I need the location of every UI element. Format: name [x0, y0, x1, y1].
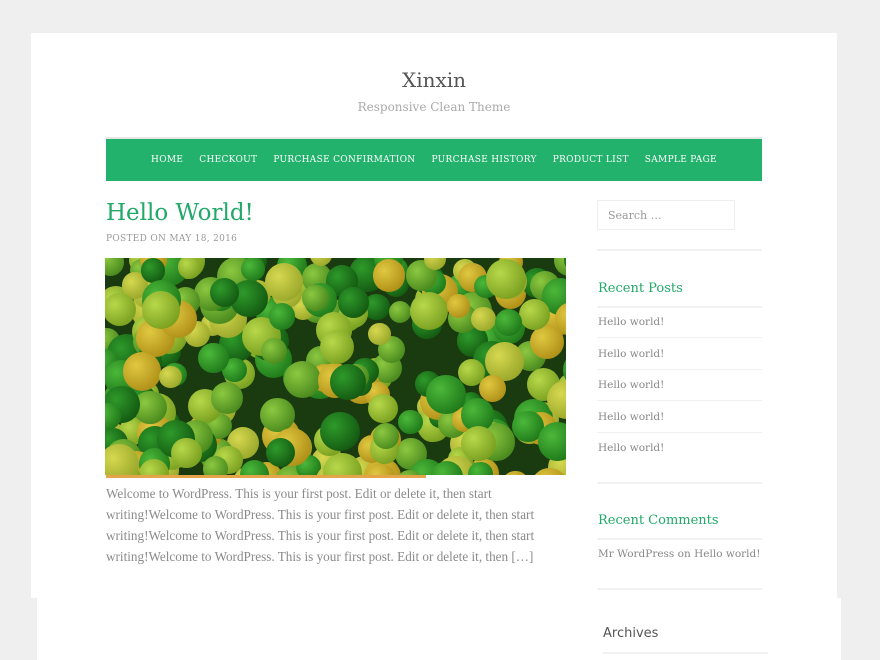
post-title[interactable]: Hello World!	[106, 200, 254, 226]
lime-shape	[426, 374, 466, 414]
lime-shape	[367, 393, 398, 424]
lime-shape	[283, 360, 321, 398]
lime-shape	[388, 301, 411, 324]
nav-purchase-history[interactable]: PURCHASE HISTORY	[431, 155, 536, 165]
post-excerpt: Welcome to WordPress. This is your first…	[106, 486, 535, 564]
recent-post-link[interactable]: Hello world!	[598, 442, 664, 454]
divider	[597, 432, 762, 433]
lime-shape	[368, 322, 391, 346]
lime-shape	[159, 365, 182, 389]
lime-shape	[329, 364, 366, 400]
nav-home[interactable]: HOME	[151, 155, 183, 165]
main-nav: HOME CHECKOUT PURCHASE CONFIRMATION PURC…	[106, 137, 762, 181]
divider	[603, 652, 768, 654]
lime-shape	[372, 259, 406, 292]
lime-shape	[211, 382, 243, 414]
lime-shape	[264, 262, 303, 301]
recent-post-link[interactable]: Hello world!	[598, 379, 664, 391]
recent-comments-title: Recent Comments	[598, 513, 719, 528]
lime-shape	[142, 291, 181, 330]
lime-shape	[372, 423, 399, 449]
lime-shape	[446, 294, 471, 318]
search-input[interactable]: Search …	[597, 200, 735, 230]
recent-comment: Mr WordPress on Hello world!	[598, 548, 760, 560]
site-tagline: Responsive Clean Theme	[357, 100, 511, 114]
divider	[597, 482, 762, 484]
post-meta: POSTED ON MAY 18, 2016	[106, 234, 238, 244]
lime-shape	[398, 409, 423, 435]
lime-shape	[105, 292, 136, 327]
nav-purchase-confirmation[interactable]: PURCHASE CONFIRMATION	[273, 155, 415, 165]
site-title[interactable]: Xinxin	[31, 68, 837, 92]
comment-author[interactable]: Mr WordPress	[598, 548, 674, 560]
lime-shape	[268, 303, 295, 330]
lime-shape	[140, 258, 166, 283]
recent-posts-title: Recent Posts	[598, 281, 683, 296]
lime-shape	[502, 470, 529, 475]
nav-checkout[interactable]: CHECKOUT	[199, 155, 257, 165]
comment-on: on	[677, 548, 691, 560]
lime-shape	[320, 411, 360, 452]
lime-shape	[177, 258, 202, 279]
lime-shape	[461, 425, 497, 461]
lime-shape	[518, 299, 550, 331]
divider	[597, 306, 762, 308]
divider	[597, 588, 762, 590]
lime-shape	[486, 259, 526, 299]
lime-shape	[105, 258, 125, 276]
lime-shape	[261, 337, 288, 364]
recent-post-link[interactable]: Hello world!	[598, 411, 664, 423]
lime-shape	[495, 308, 523, 336]
archives-title: Archives	[603, 626, 659, 641]
divider	[597, 369, 762, 370]
page-container: Xinxin Responsive Clean Theme HOME CHECK…	[31, 33, 837, 598]
lime-shape	[538, 422, 566, 461]
lime-shape	[471, 306, 496, 332]
nav-sample-page[interactable]: SAMPLE PAGE	[645, 155, 717, 165]
page-container-lower: Archives	[37, 598, 841, 660]
lime-shape	[171, 437, 202, 469]
image-underline	[106, 475, 426, 478]
featured-image[interactable]	[105, 258, 566, 475]
recent-post-link[interactable]: Hello world!	[598, 316, 664, 328]
lime-shape	[198, 342, 229, 374]
comment-post-link[interactable]: Hello world!	[694, 548, 760, 560]
recent-post-link[interactable]: Hello world!	[598, 348, 664, 360]
lime-shape	[410, 291, 449, 330]
divider	[597, 538, 762, 540]
divider	[597, 337, 762, 338]
nav-product-list[interactable]: PRODUCT LIST	[553, 155, 629, 165]
divider	[597, 400, 762, 401]
divider	[597, 249, 762, 251]
lime-shape	[478, 374, 506, 402]
lime-shape	[320, 329, 355, 364]
lime-shape	[240, 258, 265, 282]
lime-shape	[202, 456, 229, 475]
lime-shape	[338, 286, 369, 318]
lime-shape	[122, 352, 162, 391]
